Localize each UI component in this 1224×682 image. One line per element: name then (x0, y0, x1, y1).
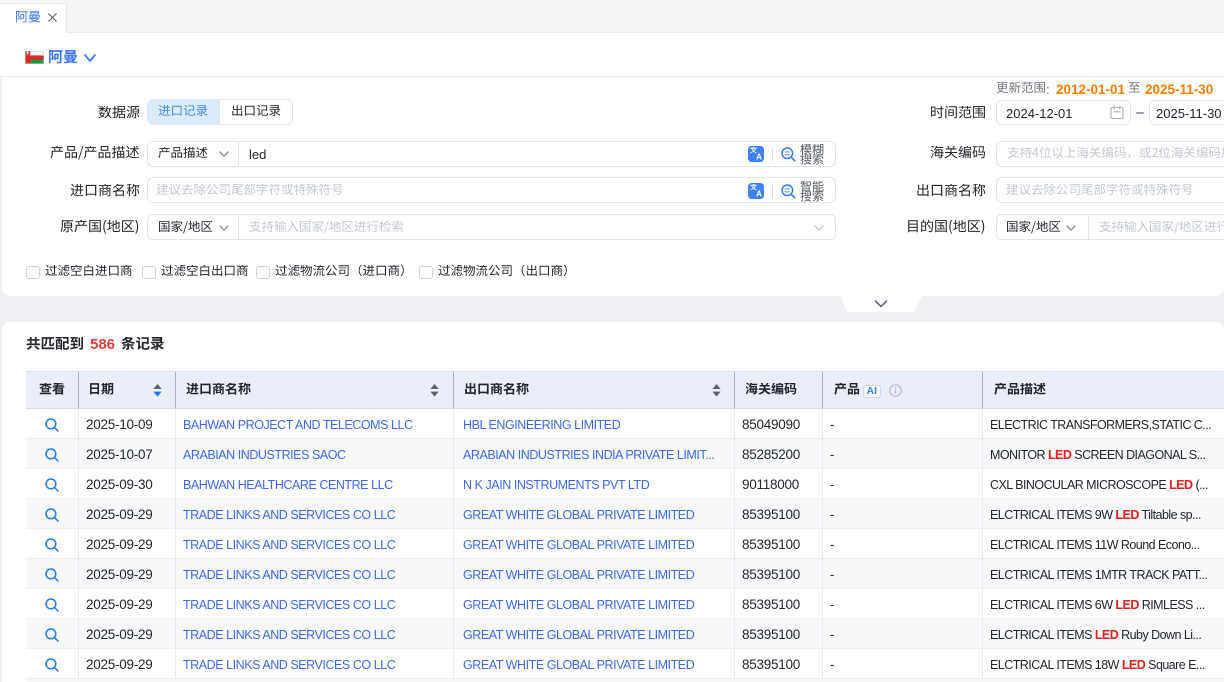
svg-text:A: A (756, 153, 762, 162)
svg-text:A: A (756, 190, 762, 199)
